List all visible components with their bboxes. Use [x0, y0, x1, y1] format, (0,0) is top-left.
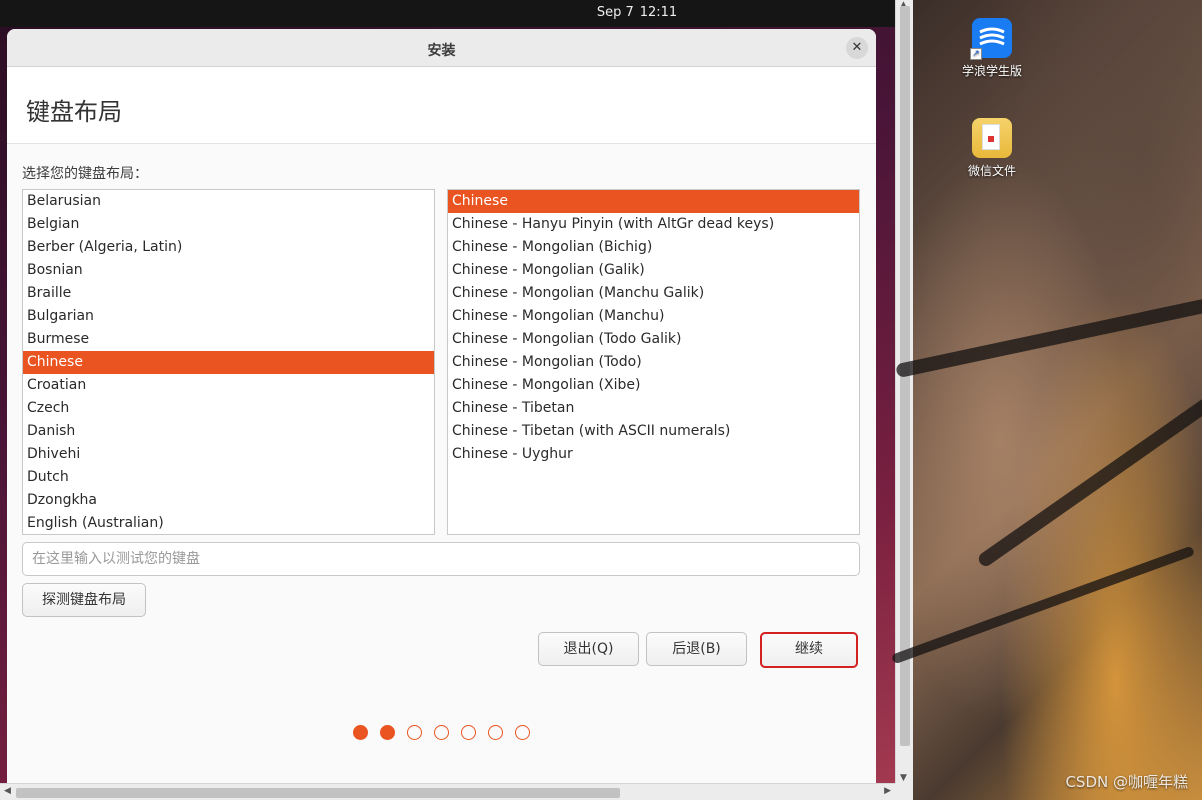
layout-list-item[interactable]: Berber (Algeria, Latin) [23, 236, 434, 259]
variant-list-item[interactable]: Chinese - Mongolian (Todo) [448, 351, 859, 374]
watermark: CSDN @咖喱年糕 [1065, 773, 1188, 791]
layout-prompt-label: 选择您的键盘布局： [22, 166, 148, 182]
keyboard-layout-list[interactable]: Belarusian Belgian Berber (Algeria, Latin)… [22, 189, 435, 535]
progress-dots [7, 725, 876, 740]
shortcut-arrow-icon: ↗ [970, 48, 982, 60]
layout-list-item[interactable]: Danish [23, 420, 434, 443]
detect-layout-button[interactable]: 探测键盘布局 [22, 583, 146, 617]
variant-list-item[interactable]: Chinese - Mongolian (Todo Galik) [448, 328, 859, 351]
xuelang-app-icon: ↗ [970, 18, 1012, 60]
variant-list-item[interactable]: Chinese - Tibetan (with ASCII numerals) [448, 420, 859, 443]
variant-list-item[interactable]: Chinese [448, 190, 859, 213]
clock-date: Sep 7 [596, 5, 634, 20]
scroll-left-icon[interactable]: ◀ [4, 786, 11, 796]
continue-button[interactable]: 继续 [760, 632, 858, 668]
progress-dot [434, 725, 449, 740]
scroll-right-icon[interactable]: ▶ [884, 786, 891, 796]
layout-list-item[interactable]: Chinese [23, 351, 434, 374]
horizontal-scroll-thumb[interactable] [16, 788, 620, 798]
close-icon[interactable]: ✕ [846, 37, 868, 59]
variant-list-item[interactable]: Chinese - Mongolian (Manchu Galik) [448, 282, 859, 305]
layout-list-item[interactable]: Czech [23, 397, 434, 420]
horizontal-scrollbar[interactable]: ◀ ▶ [0, 783, 895, 800]
progress-dot [461, 725, 476, 740]
variant-list-item[interactable]: Chinese - Mongolian (Xibe) [448, 374, 859, 397]
keyboard-test-input[interactable]: 在这里输入以测试您的键盘 [22, 542, 860, 576]
clock-time: 12:11 [639, 5, 678, 20]
layout-list-item[interactable]: Bosnian [23, 259, 434, 282]
quit-button[interactable]: 退出(Q) [538, 632, 639, 666]
layout-list-item[interactable]: Dzongkha [23, 489, 434, 512]
vertical-scrollbar[interactable]: ▲ ▼ [895, 0, 913, 783]
variant-list-item[interactable]: Chinese - Tibetan [448, 397, 859, 420]
folder-icon [972, 118, 1012, 158]
installer-window: 安装 ✕ 键盘布局 选择您的键盘布局： Belarusian Belgian Ber… [7, 29, 876, 783]
keyboard-variant-list[interactable]: Chinese Chinese - Hanyu Pinyin (with AltG… [447, 189, 860, 535]
layout-list-item[interactable]: Bulgarian [23, 305, 434, 328]
layout-list-item[interactable]: Croatian [23, 374, 434, 397]
progress-dot [515, 725, 530, 740]
progress-dot [407, 725, 422, 740]
layout-list-item[interactable]: Braille [23, 282, 434, 305]
host-desktop: ↗ 学浪学生版 微信文件 CSDN @咖喱年糕 [890, 0, 1202, 800]
layout-list-item[interactable]: Belarusian [23, 190, 434, 213]
layout-list-item[interactable]: Dhivehi [23, 443, 434, 466]
wallpaper-stripe [976, 385, 1202, 569]
progress-dot [488, 725, 503, 740]
window-titlebar[interactable]: 安装 ✕ [7, 29, 876, 67]
system-top-bar: Sep 7 12:11 [0, 0, 895, 27]
page-header: 键盘布局 [7, 67, 876, 144]
desktop-icon-label: 微信文件 [967, 164, 1016, 178]
page-title: 键盘布局 [26, 98, 122, 126]
back-button[interactable]: 后退(B) [646, 632, 747, 666]
wallpaper-stripe [890, 545, 1196, 665]
variant-list-item[interactable]: Chinese - Mongolian (Galik) [448, 259, 859, 282]
layout-list-item[interactable]: Burmese [23, 328, 434, 351]
progress-dot [353, 725, 368, 740]
scroll-down-icon[interactable]: ▼ [900, 773, 907, 783]
wallpaper-stripe [895, 295, 1202, 379]
variant-list-item[interactable]: Chinese - Mongolian (Bichig) [448, 236, 859, 259]
scrollbar-corner [895, 783, 913, 800]
variant-list-item[interactable]: Chinese - Hanyu Pinyin (with AltGr dead … [448, 213, 859, 236]
layout-list-item[interactable]: Dutch [23, 466, 434, 489]
desktop-icon-xuelang[interactable]: ↗ 学浪学生版 [952, 18, 1032, 79]
window-title: 安装 [427, 43, 456, 59]
desktop-icon-label: 学浪学生版 [961, 64, 1022, 78]
variant-list-item[interactable]: Chinese - Mongolian (Manchu) [448, 305, 859, 328]
layout-list-item[interactable]: Belgian [23, 213, 434, 236]
progress-dot [380, 725, 395, 740]
variant-list-item[interactable]: Chinese - Uyghur [448, 443, 859, 466]
desktop-icon-wechat-files[interactable]: 微信文件 [952, 118, 1032, 179]
layout-list-item[interactable]: English (Australian) [23, 512, 434, 534]
